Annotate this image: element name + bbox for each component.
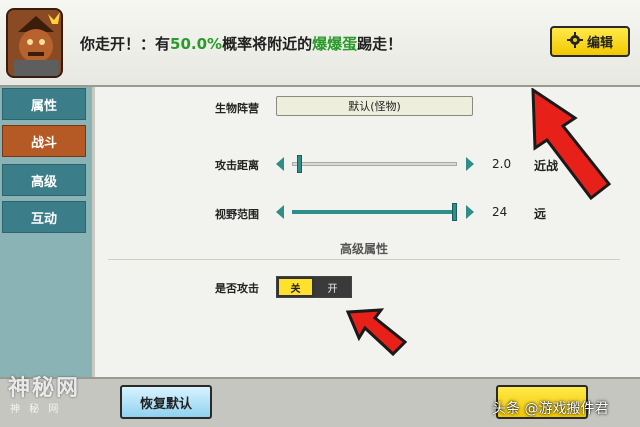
view-range-decrease-icon[interactable] [276, 205, 284, 219]
header-bar: 你走开！：有50.0%概率将附近的爆爆蛋踢走！ 编辑 [0, 0, 640, 87]
desc-percent: 50.0% [170, 35, 223, 53]
camp-select[interactable]: 默认(怪物) [276, 96, 473, 116]
tab-advanced[interactable]: 高级 [2, 164, 86, 196]
desc-mid: 概率将附近的 [222, 35, 313, 53]
view-range-thumb[interactable] [452, 203, 457, 221]
creature-avatar [6, 8, 63, 78]
desc-suffix: 踢走！ [357, 35, 403, 53]
attack-range-increase-icon[interactable] [466, 157, 474, 171]
attack-range-thumb[interactable] [297, 155, 302, 173]
reset-default-button[interactable]: 恢复默认 [120, 385, 212, 419]
toggle-on-option[interactable]: 开 [314, 277, 351, 297]
view-range-label: 视野范围 [215, 208, 259, 221]
attack-range-decrease-icon[interactable] [276, 157, 284, 171]
view-range-increase-icon[interactable] [466, 205, 474, 219]
camp-label: 生物阵营 [215, 102, 259, 115]
tab-label: 属性 [30, 98, 57, 114]
tab-interaction[interactable]: 互动 [2, 201, 86, 233]
watermark-left-sub: 神 秘 网 [10, 404, 62, 415]
view-range-track[interactable] [292, 210, 457, 214]
tab-label: 互动 [30, 211, 57, 227]
tab-combat[interactable]: 战斗 [2, 125, 86, 157]
attack-range-value: 2.0 [492, 157, 512, 171]
callout-arrow-icon [531, 88, 612, 201]
section-divider [108, 259, 620, 260]
attack-toggle-label: 是否攻击 [215, 282, 259, 295]
edit-button-label: 编辑 [586, 36, 613, 51]
ability-description: 你走开！：有50.0%概率将附近的爆爆蛋踢走！ [80, 33, 402, 54]
attack-range-track[interactable] [292, 162, 457, 166]
edit-button[interactable]: 编辑 [550, 26, 630, 57]
desc-item: 爆爆蛋 [312, 35, 358, 53]
tab-label: 战斗 [30, 135, 57, 151]
desc-prefix: 你走开！：有 [80, 35, 171, 53]
watermark-right: 头条 @游戏搬件君 [492, 401, 609, 417]
gear-icon [566, 31, 583, 52]
tab-label: 高级 [30, 174, 57, 190]
view-range-value: 24 [492, 205, 508, 219]
watermark-left: 神秘网 [8, 376, 81, 401]
advanced-section-title: 高级属性 [340, 242, 389, 256]
toggle-off-option[interactable]: 关 [277, 277, 315, 297]
tab-attributes[interactable]: 属性 [2, 88, 86, 120]
attack-toggle[interactable]: 关 开 [276, 276, 352, 298]
callout-arrow-icon [345, 308, 408, 357]
attack-range-label: 攻击距离 [215, 159, 259, 172]
